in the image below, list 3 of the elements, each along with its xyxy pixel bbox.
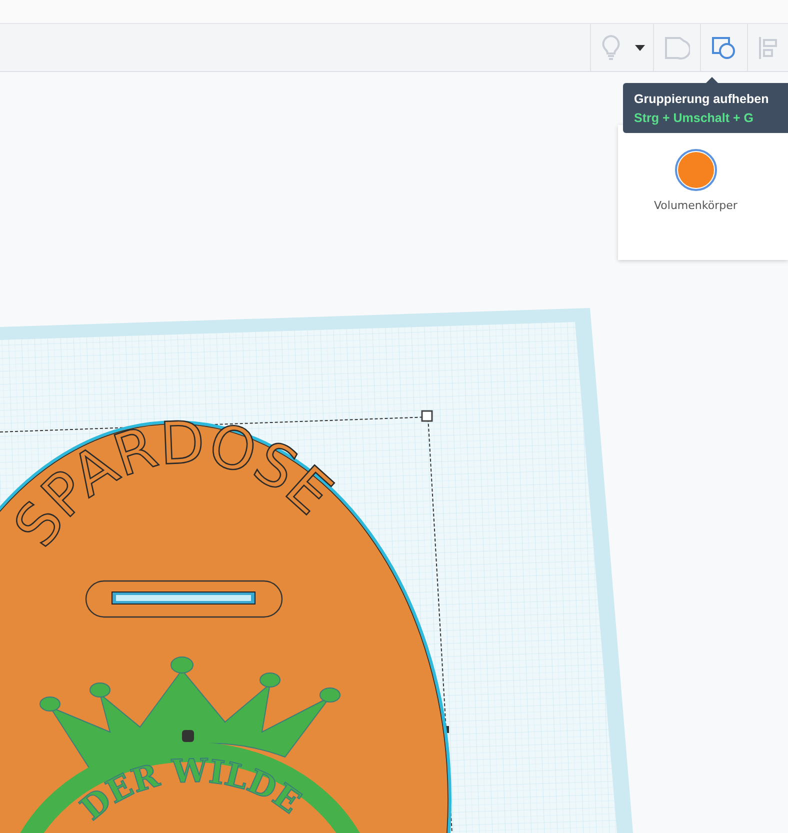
shape-option[interactable]: Volumenkörper	[654, 149, 738, 212]
keyboard-shortcut: Strg + Umschalt + G	[634, 110, 754, 127]
tooltip-title: Gruppierung aufheben	[634, 91, 769, 108]
